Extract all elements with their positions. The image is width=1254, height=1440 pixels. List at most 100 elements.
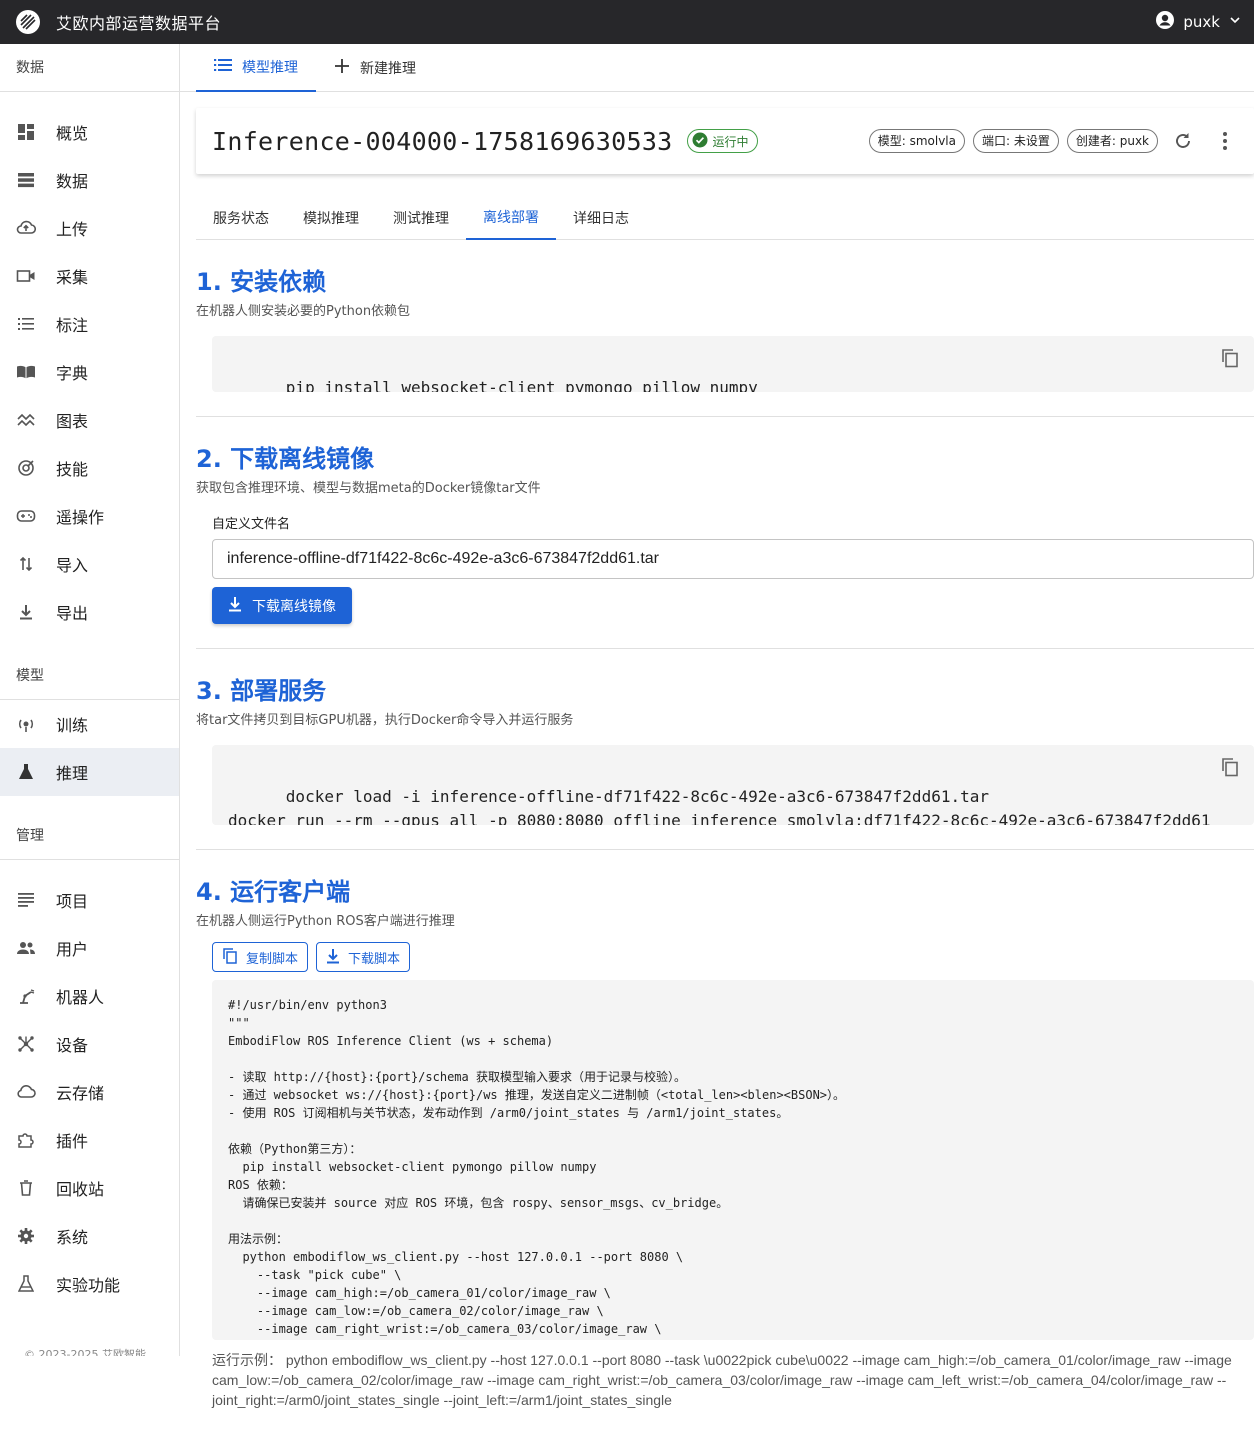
- creator-chip: 创建者: puxk: [1066, 129, 1158, 153]
- detail-tabs: 服务状态 模拟推理 测试推理 离线部署 详细日志: [196, 196, 1254, 240]
- sidebar-item-plugins[interactable]: 插件: [0, 1116, 179, 1164]
- sidebar-item-label: 机器人: [56, 988, 105, 1007]
- sidebar-item-import[interactable]: 导入: [0, 540, 179, 588]
- copyright: © 2023-2025 艾欧智能: [24, 1348, 146, 1356]
- tab-service-status[interactable]: 服务状态: [196, 196, 286, 240]
- sidebar-item-cloud-storage[interactable]: 云存储: [0, 1068, 179, 1116]
- run-example: 运行示例： python embodiflow_ws_client.py --h…: [212, 1352, 1232, 1408]
- filename-input[interactable]: [212, 539, 1254, 579]
- flask-icon: [16, 762, 36, 782]
- sidebar-item-dictionary[interactable]: 字典: [0, 348, 179, 396]
- sidebar-item-label: 采集: [56, 268, 89, 287]
- download-icon: [228, 596, 242, 615]
- sidebar-item-label: 实验功能: [56, 1276, 121, 1295]
- tab-new-inference[interactable]: 新建推理: [316, 44, 434, 92]
- sidebar-item-label: 训练: [56, 716, 89, 735]
- more-vert-icon[interactable]: [1208, 124, 1242, 158]
- sidebar-item-skills[interactable]: 技能: [0, 444, 179, 492]
- button-label: 下载脚本: [348, 950, 401, 966]
- book-icon: [16, 362, 36, 382]
- install-code-block: pip install websocket-client pymongo pil…: [212, 336, 1254, 392]
- device-hub-icon: [16, 1034, 36, 1054]
- tab-detailed-logs[interactable]: 详细日志: [556, 196, 646, 240]
- sidebar-item-charts[interactable]: 图表: [0, 396, 179, 444]
- sidebar-item-label: 推理: [56, 764, 89, 783]
- main-content: 模型推理 新建推理 Inference-004000-1758169630533…: [180, 44, 1254, 1440]
- sidebar-item-teleop[interactable]: 遥操作: [0, 492, 179, 540]
- sidebar-section-admin: 管理: [0, 812, 179, 860]
- step1-title: 1. 安装依赖: [196, 268, 327, 296]
- sidebar-item-export[interactable]: 导出: [0, 588, 179, 636]
- sidebar-section-model: 模型: [0, 652, 179, 700]
- sidebar-item-collect[interactable]: 采集: [0, 252, 179, 300]
- refresh-icon[interactable]: [1166, 124, 1200, 158]
- project-icon: [16, 890, 36, 910]
- sidebar-section-data: 数据: [0, 44, 179, 92]
- sidebar-item-label: 设备: [56, 1036, 89, 1055]
- sidebar-item-label: 用户: [56, 940, 89, 959]
- sidebar-item-annotate[interactable]: 标注: [0, 300, 179, 348]
- sidebar-item-system[interactable]: 系统: [0, 1212, 179, 1260]
- status-badge: 运行中: [686, 129, 758, 153]
- sidebar-item-label: 概览: [56, 124, 89, 143]
- copy-icon[interactable]: [1220, 348, 1240, 368]
- logo-icon[interactable]: [16, 10, 40, 34]
- sidebar-item-devices[interactable]: 设备: [0, 1020, 179, 1068]
- sidebar-item-train[interactable]: 训练: [0, 700, 179, 748]
- download-image-button[interactable]: 下载离线镜像: [212, 587, 352, 624]
- sidebar-item-label: 字典: [56, 364, 89, 383]
- sidebar-item-projects[interactable]: 项目: [0, 876, 179, 924]
- plus-icon: [334, 58, 350, 78]
- list-icon: [214, 58, 232, 76]
- copy-icon[interactable]: [1220, 757, 1240, 777]
- import-icon: [16, 554, 36, 574]
- robot-arm-icon: [16, 986, 36, 1006]
- train-icon: [16, 714, 36, 734]
- download-script-button[interactable]: 下载脚本: [316, 942, 411, 972]
- filename-label: 自定义文件名: [212, 517, 291, 532]
- header-actions: 模型: smolvla 端口: 未设置 创建者: puxk: [868, 108, 1242, 174]
- storage-icon: [16, 170, 36, 190]
- step2-description: 获取包含推理环境、模型与数据meta的Docker镜像tar文件: [196, 481, 541, 496]
- copy-icon: [222, 947, 238, 967]
- tab-label: 模型推理: [242, 60, 298, 76]
- gamepad-icon: [16, 506, 36, 526]
- copy-script-button[interactable]: 复制脚本: [212, 942, 309, 972]
- sidebar-item-label: 插件: [56, 1132, 89, 1151]
- top-tabs: 模型推理 新建推理: [180, 44, 1254, 92]
- sidebar-item-upload[interactable]: 上传: [0, 204, 179, 252]
- sidebar-item-label: 数据: [56, 172, 89, 191]
- app-bar: 艾欧内部运营数据平台 puxk: [0, 0, 1254, 44]
- docker-code-block: docker load -i inference-offline-df71f42…: [212, 745, 1254, 825]
- app-title: 艾欧内部运营数据平台: [56, 14, 222, 33]
- step4-description: 在机器人侧运行Python ROS客户端进行推理: [196, 914, 455, 929]
- sidebar-item-experimental[interactable]: 实验功能: [0, 1260, 179, 1308]
- sidebar-item-label: 标注: [56, 316, 89, 335]
- users-icon: [16, 938, 36, 958]
- sidebar-item-label: 遥操作: [56, 508, 105, 527]
- port-chip: 端口: 未设置: [973, 129, 1059, 153]
- divider: [196, 648, 1254, 649]
- sidebar-item-trash[interactable]: 回收站: [0, 1164, 179, 1212]
- sidebar-item-data[interactable]: 数据: [0, 156, 179, 204]
- docker-commands: docker load -i inference-offline-df71f42…: [228, 787, 1211, 825]
- video-camera-icon: [16, 266, 36, 286]
- divider: [196, 416, 1254, 417]
- tab-model-inference[interactable]: 模型推理: [196, 44, 316, 92]
- sidebar-item-users[interactable]: 用户: [0, 924, 179, 972]
- sidebar-item-inference[interactable]: 推理: [0, 748, 179, 796]
- tab-simulated-inference[interactable]: 模拟推理: [286, 196, 376, 240]
- client-script: #!/usr/bin/env python3 """ EmbodiFlow RO…: [212, 980, 1254, 1340]
- status-text: 运行中: [712, 134, 749, 149]
- tab-test-inference[interactable]: 测试推理: [376, 196, 466, 240]
- step4-title: 4. 运行客户端: [196, 878, 351, 906]
- user-menu[interactable]: puxk: [1155, 0, 1242, 44]
- sidebar-item-label: 系统: [56, 1228, 89, 1247]
- chart-icon: [16, 410, 36, 430]
- sidebar-item-overview[interactable]: 概览: [0, 108, 179, 156]
- tab-offline-deploy[interactable]: 离线部署: [466, 196, 556, 240]
- sidebar-item-robots[interactable]: 机器人: [0, 972, 179, 1020]
- step2-title: 2. 下载离线镜像: [196, 445, 375, 473]
- list-icon: [16, 314, 36, 334]
- inference-header-card: Inference-004000-1758169630533 运行中 模型: s…: [196, 108, 1254, 174]
